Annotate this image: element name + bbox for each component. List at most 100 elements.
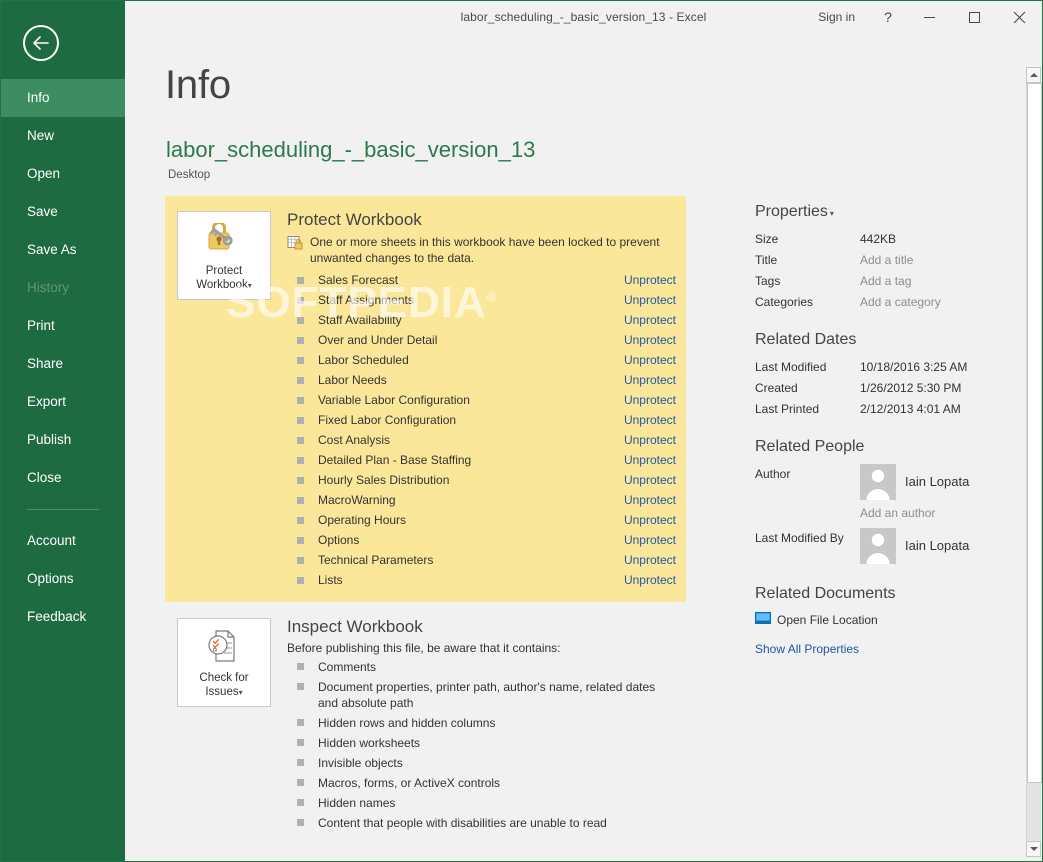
sidebar-item-feedback[interactable]: Feedback <box>1 598 125 636</box>
close-button[interactable] <box>997 1 1042 33</box>
file-path[interactable]: Desktop <box>168 169 210 181</box>
chevron-down-icon: ▾ <box>238 688 243 697</box>
sidebar-item-publish[interactable]: Publish <box>1 421 125 459</box>
add-author-field[interactable]: Add an author <box>860 506 1042 520</box>
sidebar-item-share[interactable]: Share <box>1 345 125 383</box>
scrollbar-thumb[interactable] <box>1027 83 1042 783</box>
last-modified-by-person[interactable]: Iain Lopata <box>860 528 969 564</box>
list-item: Detailed Plan - Base Staffing Unprotect <box>287 450 676 470</box>
unprotect-link[interactable]: Unprotect <box>604 553 676 567</box>
scrollbar-track[interactable] <box>1026 83 1042 841</box>
sidebar-item-options[interactable]: Options <box>1 560 125 598</box>
sidebar-item-save-as[interactable]: Save As <box>1 231 125 269</box>
sidebar-item-save[interactable]: Save <box>1 193 125 231</box>
list-item: Hidden rows and hidden columns <box>287 713 676 733</box>
sidebar-item-account[interactable]: Account <box>1 522 125 560</box>
inspect-workbook-title: Inspect Workbook <box>287 617 423 636</box>
inspect-document-icon <box>204 627 244 667</box>
bullet-icon <box>297 336 304 344</box>
bullet-icon <box>297 316 304 324</box>
protect-workbook-button[interactable]: Protect Workbook▾ <box>177 211 271 300</box>
issue-text: Document properties, printer path, autho… <box>318 680 656 710</box>
unprotect-link[interactable]: Unprotect <box>604 453 676 467</box>
sidebar-item-print[interactable]: Print <box>1 307 125 345</box>
list-item: Options Unprotect <box>287 530 676 550</box>
bullet-icon <box>297 376 304 384</box>
avatar <box>860 528 896 564</box>
list-item: Comments <box>287 657 676 677</box>
minimize-button[interactable] <box>907 1 952 33</box>
categories-field[interactable]: Add a category <box>860 292 941 312</box>
open-file-location-label: Open File Location <box>777 612 878 627</box>
sheet-name: Variable Labor Configuration <box>318 393 470 407</box>
tags-field[interactable]: Add a tag <box>860 271 911 291</box>
scroll-up-button[interactable] <box>1026 67 1041 83</box>
backstage-sidebar: Info New Open Save Save As History Print… <box>1 1 125 861</box>
related-dates-heading: Related Dates <box>755 331 857 348</box>
sidebar-item-new[interactable]: New <box>1 117 125 155</box>
property-label: Author <box>755 467 791 481</box>
issue-text: Comments <box>318 660 377 674</box>
unprotect-link[interactable]: Unprotect <box>604 393 676 407</box>
unprotect-link[interactable]: Unprotect <box>604 493 676 507</box>
protect-workbook-description: One or more sheets in this workbook have… <box>310 235 660 265</box>
list-item: Labor Needs Unprotect <box>287 370 676 390</box>
protect-workbook-body: Protect Workbook One or more sheets in t… <box>287 208 686 590</box>
properties-heading[interactable]: Properties ▾ <box>755 203 1042 221</box>
help-icon[interactable]: ? <box>869 1 907 33</box>
property-row-title: Title Add a title <box>755 250 1042 270</box>
property-label: Last Printed <box>755 402 820 416</box>
window-controls: Sign in ? <box>804 1 1042 33</box>
unprotect-link[interactable]: Unprotect <box>604 353 676 367</box>
sidebar-item-info[interactable]: Info <box>1 79 125 117</box>
unprotect-link[interactable]: Unprotect <box>604 293 676 307</box>
check-for-issues-button[interactable]: Check for Issues▾ <box>177 618 271 707</box>
show-all-properties-link[interactable]: Show All Properties <box>755 642 1042 656</box>
unprotect-link[interactable]: Unprotect <box>604 313 676 327</box>
close-icon <box>1013 11 1026 24</box>
list-item: MacroWarning Unprotect <box>287 490 676 510</box>
list-item: Macros, forms, or ActiveX controls <box>287 773 676 793</box>
list-item: Document properties, printer path, autho… <box>287 677 676 713</box>
sidebar-item-close[interactable]: Close <box>1 459 125 497</box>
property-label: Last Modified By <box>755 531 844 545</box>
list-item: Variable Labor Configuration Unprotect <box>287 390 676 410</box>
property-value: 442KB <box>860 232 897 246</box>
title-field[interactable]: Add a title <box>860 250 913 270</box>
open-file-location-link[interactable]: Open File Location <box>755 611 1042 628</box>
back-button[interactable] <box>23 25 59 61</box>
list-item: Fixed Labor Configuration Unprotect <box>287 410 676 430</box>
bullet-icon <box>297 683 304 690</box>
sidebar-item-open[interactable]: Open <box>1 155 125 193</box>
unprotect-link[interactable]: Unprotect <box>604 333 676 347</box>
sidebar-item-export[interactable]: Export <box>1 383 125 421</box>
scroll-down-button[interactable] <box>1026 841 1041 857</box>
inspect-issue-list: Comments Document properties, printer pa… <box>287 657 676 833</box>
unprotect-link[interactable]: Unprotect <box>604 413 676 427</box>
bullet-icon <box>297 576 304 584</box>
property-row-author: Author Iain Lopata <box>755 464 1042 502</box>
author-person[interactable]: Iain Lopata <box>860 464 969 500</box>
list-item: Invisible objects <box>287 753 676 773</box>
unprotect-link[interactable]: Unprotect <box>604 373 676 387</box>
list-item: Over and Under Detail Unprotect <box>287 330 676 350</box>
list-item: Hourly Sales Distribution Unprotect <box>287 470 676 490</box>
sign-in-button[interactable]: Sign in <box>804 1 869 33</box>
maximize-button[interactable] <box>952 1 997 33</box>
unprotect-link[interactable]: Unprotect <box>604 533 676 547</box>
property-row-categories: Categories Add a category <box>755 292 1042 312</box>
property-label: Last Modified <box>755 360 827 374</box>
property-row-last-printed: Last Printed 2/12/2013 4:01 AM <box>755 399 1042 419</box>
property-value: 1/26/2012 5:30 PM <box>860 381 962 395</box>
unprotect-link[interactable]: Unprotect <box>604 473 676 487</box>
unprotect-link[interactable]: Unprotect <box>604 573 676 587</box>
unprotect-link[interactable]: Unprotect <box>604 273 676 287</box>
vertical-scrollbar[interactable] <box>1024 65 1042 861</box>
unprotect-link[interactable]: Unprotect <box>604 433 676 447</box>
title-bar: labor_scheduling_-_basic_version_13 - Ex… <box>125 1 1042 33</box>
unprotect-link[interactable]: Unprotect <box>604 513 676 527</box>
excel-backstage-window: labor_scheduling_-_basic_version_13 - Ex… <box>0 0 1043 862</box>
property-row-tags: Tags Add a tag <box>755 271 1042 291</box>
